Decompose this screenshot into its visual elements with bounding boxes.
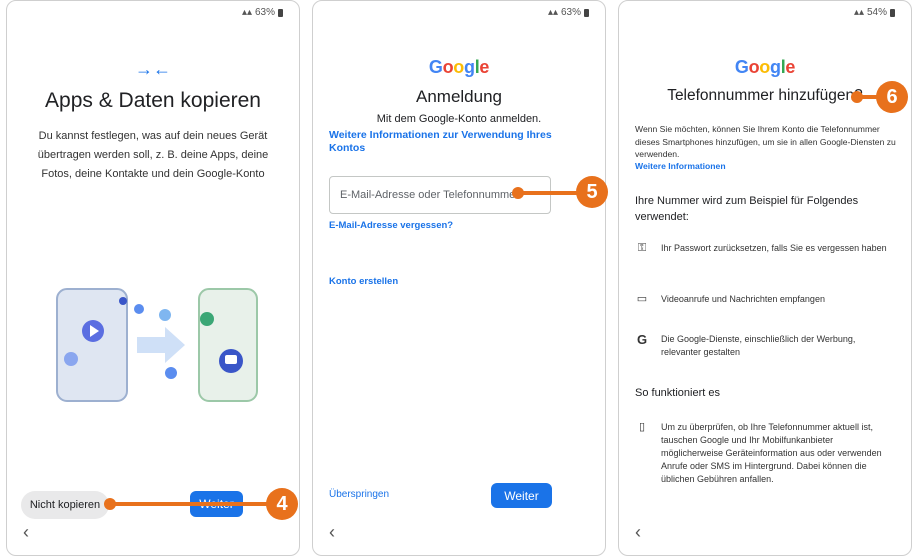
how-item: ▯ Um zu überprüfen, ob Ihre Telefonnumme… — [635, 421, 897, 486]
phone-icon: ▯ — [638, 421, 646, 433]
google-logo: Google — [734, 57, 796, 77]
battery-icon — [584, 8, 589, 17]
google-logo: Google — [428, 57, 490, 77]
phone-transfer-illustration — [56, 288, 258, 402]
callout-badge-6: 6 — [876, 81, 908, 113]
google-g-icon: G — [636, 332, 648, 347]
feature-text: Videoanrufe und Nachrichten empfangen — [661, 294, 825, 304]
more-info-link[interactable]: Weitere Informationen — [635, 161, 726, 171]
status-bar: ▴▴ 63% — [548, 7, 589, 18]
skip-copy-button[interactable]: Nicht kopieren — [21, 491, 109, 519]
screen-copy-apps: ▴▴ 63% →← Apps & Daten kopieren Du kanns… — [6, 0, 300, 556]
signal-icon: ▴▴ — [241, 7, 252, 18]
battery-level: 54% — [866, 7, 887, 18]
create-account-link[interactable]: Konto erstellen — [329, 276, 398, 287]
page-title: Apps & Daten kopieren — [45, 89, 261, 112]
account-info-link[interactable]: Weitere Informationen zur Verwendung Ihr… — [329, 129, 589, 155]
page-title: Anmeldung — [415, 87, 502, 106]
feature-item: G Die Google-Dienste, einschließlich der… — [635, 333, 897, 359]
callout-line — [110, 502, 270, 506]
screen-add-phone: ▴▴ 54% Google Telefonnummer hinzufügen? … — [618, 0, 912, 556]
feature-item: ⚿ Ihr Passwort zurücksetzen, falls Sie e… — [635, 242, 897, 255]
forgot-email-link[interactable]: E-Mail-Adresse vergessen? — [329, 220, 453, 231]
feature-item: ▭ Videoanrufe und Nachrichten empfangen — [635, 293, 897, 306]
how-text: Um zu überprüfen, ob Ihre Telefonnummer … — [661, 422, 882, 484]
key-icon: ⚿ — [637, 242, 647, 254]
transfer-arrows-icon: →← — [135, 59, 171, 79]
battery-level: 63% — [560, 7, 581, 18]
intro-text: Wenn Sie möchten, können Sie Ihrem Konto… — [635, 124, 896, 159]
description: Du kannst festlegen, was auf dein neues … — [37, 130, 269, 180]
feature-text: Ihr Passwort zurücksetzen, falls Sie es … — [661, 243, 887, 253]
subtitle: Mit dem Google-Konto anmelden. — [376, 113, 542, 125]
back-icon[interactable]: ‹ — [23, 522, 29, 543]
status-bar: ▴▴ 63% — [242, 7, 283, 18]
feature-text: Die Google-Dienste, einschließlich der W… — [661, 334, 856, 357]
back-icon[interactable]: ‹ — [329, 522, 335, 543]
how-heading: So funktioniert es — [635, 387, 720, 399]
battery-level: 63% — [254, 7, 275, 18]
video-icon: ▭ — [636, 293, 648, 305]
usage-heading: Ihre Nummer wird zum Beispiel für Folgen… — [635, 195, 859, 223]
next-button[interactable]: Weiter — [491, 483, 552, 508]
status-bar: ▴▴ 54% — [854, 7, 895, 18]
back-icon[interactable]: ‹ — [635, 522, 641, 543]
screen-sign-in: ▴▴ 63% Google Anmeldung Mit dem Google-K… — [312, 0, 606, 556]
callout-line — [518, 191, 580, 195]
skip-link[interactable]: Überspringen — [329, 489, 389, 500]
callout-badge-4: 4 — [266, 488, 298, 520]
signal-icon: ▴▴ — [853, 7, 864, 18]
battery-icon — [890, 8, 895, 17]
signal-icon: ▴▴ — [547, 7, 558, 18]
callout-badge-5: 5 — [576, 176, 608, 208]
battery-icon — [278, 8, 283, 17]
